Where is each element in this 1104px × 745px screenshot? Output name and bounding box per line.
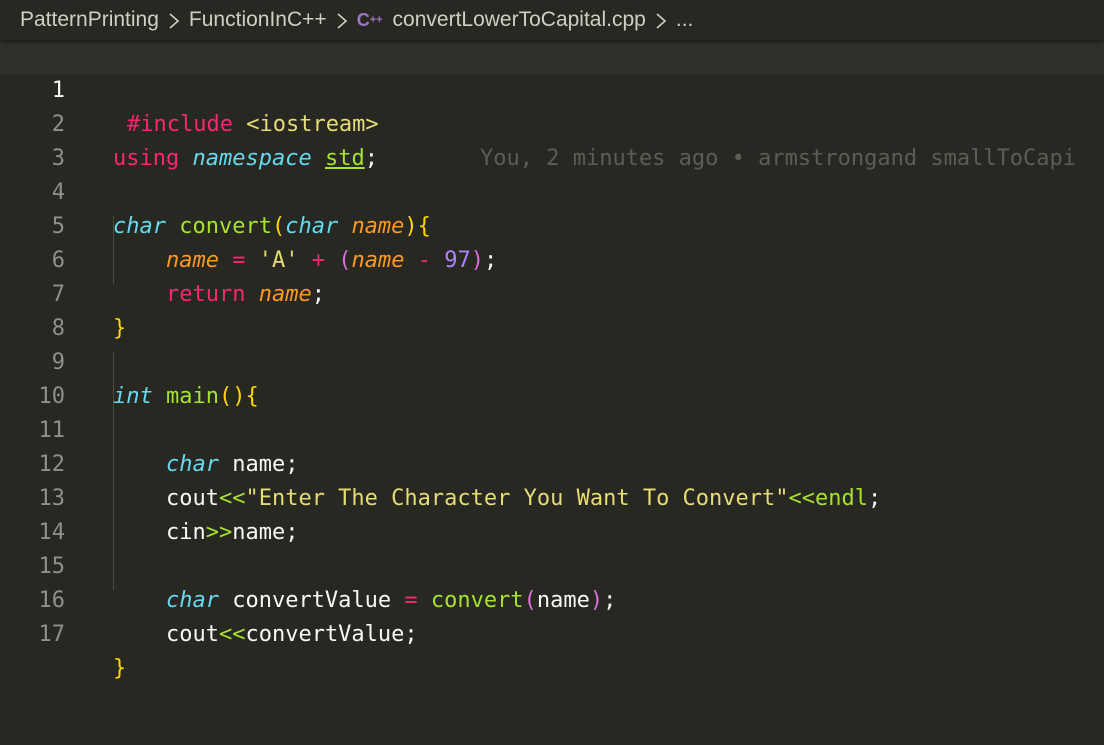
code-line[interactable]: 5 name = 'A' + (name - 97); [0, 176, 1104, 273]
breadcrumb-item-patternprinting[interactable]: PatternPrinting [20, 8, 159, 32]
code-editor-window: PatternPrinting FunctionInC++ C++ conver… [0, 0, 1104, 745]
chevron-right-icon [167, 10, 181, 30]
chevron-right-icon [654, 10, 668, 30]
code-line[interactable]: 17 } [0, 584, 1104, 681]
code-line[interactable]: 9 int main(){ [0, 312, 1104, 409]
chevron-right-icon [335, 10, 349, 30]
breadcrumb: PatternPrinting FunctionInC++ C++ conver… [0, 0, 1104, 40]
code-line[interactable]: 13 cin>>name; [0, 448, 1104, 545]
code-line[interactable]: 3 [0, 108, 1104, 171]
cpp-file-icon: C++ [356, 9, 383, 30]
editor-area[interactable]: 1 #include <iostream> You, 2 minutes ago… [0, 40, 1104, 745]
code-line[interactable]: 6 return name; [0, 210, 1104, 307]
breadcrumb-item-symbols[interactable]: ... [676, 8, 694, 32]
code-line[interactable]: 10 [0, 346, 1104, 409]
code-line[interactable]: 7 } [0, 244, 1104, 341]
code-line[interactable]: 16 cout<<convertValue; [0, 550, 1104, 647]
code-line[interactable]: 11 char name; [0, 380, 1104, 477]
line-number: 17 [38, 622, 66, 647]
code-line[interactable]: 14 [0, 482, 1104, 545]
code-line[interactable]: 12 cout<<"Enter The Character You Want T… [0, 414, 1104, 511]
code-line[interactable]: 1 #include <iostream> You, 2 minutes ago… [0, 40, 1104, 171]
breadcrumb-item-functioninc[interactable]: FunctionInC++ [189, 8, 327, 32]
code-line[interactable]: 2 using namespace std; [0, 74, 1104, 171]
code-line[interactable]: 4 char convert(char name){ [0, 142, 1104, 239]
code-line[interactable]: 15 char convertValue = convert(name); [0, 516, 1104, 613]
breadcrumb-item-file[interactable]: convertLowerToCapital.cpp [393, 8, 646, 32]
code-line[interactable]: 8 [0, 278, 1104, 341]
